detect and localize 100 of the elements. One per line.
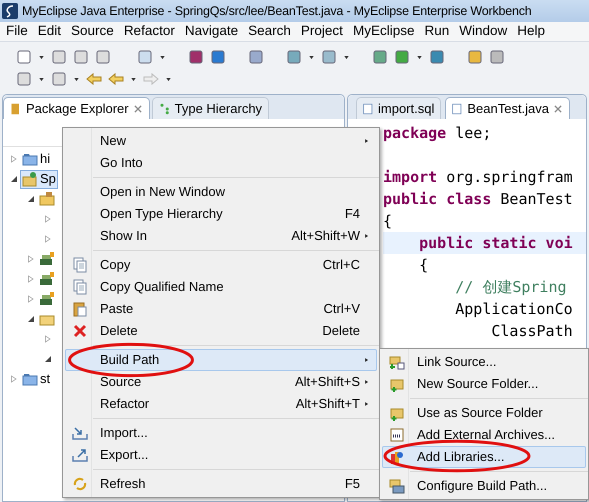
menu-item[interactable]: Copy Ctrl+C (65, 254, 377, 276)
code-line: public class BeanTest (383, 190, 573, 208)
menu-item[interactable]: Refresh F5 (65, 473, 377, 495)
menu-item[interactable]: Export... (65, 444, 377, 466)
expand-arrow-icon (27, 315, 35, 323)
dropdown-arrow-icon (308, 54, 315, 60)
package-folder-icon (39, 191, 55, 207)
documents-icon (72, 257, 88, 273)
submenu-arrow-icon (364, 400, 370, 408)
menu-item[interactable]: Delete Delete (65, 320, 377, 342)
menu-item[interactable]: Configure Build Path... (382, 475, 586, 497)
code-line: ClassPath (490, 322, 573, 340)
archive-icon (389, 427, 405, 443)
back-icon (108, 71, 124, 87)
import-icon (72, 425, 88, 441)
menu-bar-item[interactable]: Search (243, 21, 296, 42)
menu-item[interactable]: Open Type Hierarchy F4 (65, 203, 377, 225)
export-icon (72, 447, 88, 463)
close-icon (132, 104, 143, 114)
expand-arrow-icon (44, 335, 52, 343)
menu-item[interactable]: New Source Folder... (382, 373, 586, 395)
menu-item[interactable]: Link Source... (382, 351, 586, 373)
expand-arrow-icon (27, 255, 35, 263)
code-line: ApplicationCo (454, 300, 573, 318)
expand-arrow-icon (44, 235, 52, 243)
expand-arrow-icon (27, 275, 35, 283)
window-title: MyEclipse Java Enterprise - SpringQs/src/lee/BeanTest.java - MyEclipse Enterprise Workbench (22, 2, 532, 20)
code-line: { (383, 212, 392, 230)
code-line: import org.springfram (383, 168, 573, 186)
code-line: { (418, 256, 428, 274)
expand-arrow-icon (27, 195, 35, 203)
delete-icon (72, 323, 88, 339)
tree-item[interactable] (37, 190, 57, 208)
library-icon (39, 271, 55, 287)
menu-bar-item[interactable]: Project (296, 21, 348, 42)
dropdown-arrow-icon (416, 54, 423, 60)
dropdown-arrow-icon (165, 76, 172, 82)
code-line: // 创建Spring (454, 278, 567, 296)
library-icon (39, 251, 55, 267)
menu-item[interactable]: New (65, 130, 377, 152)
back-edit-icon (86, 71, 102, 87)
dropdown-arrow-icon (38, 54, 45, 60)
books-icon (389, 449, 405, 465)
menu-item[interactable]: Show In Alt+Shift+W (65, 225, 377, 247)
project-icon (22, 171, 38, 187)
menu-item[interactable]: Add External Archives... (382, 424, 586, 446)
expand-arrow-icon (44, 215, 52, 223)
package-icon (10, 102, 22, 116)
menu-bar-item[interactable]: Source (66, 21, 119, 42)
menu-item[interactable]: Source Alt+Shift+S (65, 371, 377, 393)
submenu-arrow-icon (364, 232, 370, 240)
code-line: package lee; (383, 124, 492, 142)
expand-arrow-icon (44, 355, 52, 363)
menu-bar-item[interactable]: File (1, 21, 33, 42)
dropdown-arrow-icon (343, 54, 350, 60)
forward-icon (143, 71, 159, 87)
menu-item[interactable]: Add Libraries... (382, 446, 586, 468)
folder-gear-icon (389, 478, 405, 494)
menu-item[interactable]: Paste Ctrl+V (65, 298, 377, 320)
menu-bar-item[interactable]: Navigate (180, 21, 244, 42)
view-tab[interactable]: Type Hierarchy (152, 97, 270, 119)
menu-item[interactable]: Import... (65, 422, 377, 444)
menu-item[interactable]: Open in New Window (65, 181, 377, 203)
submenu-arrow-icon (364, 137, 370, 145)
menu-bar-item[interactable]: MyEclipse (348, 21, 420, 42)
view-tab[interactable]: BeanTest.java (445, 97, 570, 119)
menu-bar-item[interactable]: Help (512, 21, 550, 42)
app-logo-icon (2, 3, 18, 19)
expand-arrow-icon (10, 375, 18, 383)
refresh-icon (72, 476, 88, 492)
documents-icon (72, 279, 88, 295)
expand-arrow-icon (10, 175, 18, 183)
library-icon (39, 291, 55, 307)
menu-item[interactable]: Refactor Alt+Shift+T (65, 393, 377, 415)
submenu-arrow-icon (364, 356, 370, 364)
close-icon (553, 104, 564, 114)
menu-bar-item[interactable]: Refactor (118, 21, 180, 42)
menu-item[interactable]: Go Into (65, 152, 377, 174)
dropdown-arrow-icon (159, 54, 166, 60)
menu-bar-item[interactable]: Run (419, 21, 454, 42)
submenu-arrow-icon (364, 378, 370, 386)
code-line: public static voi (418, 234, 573, 252)
menu-item[interactable]: Copy Qualified Name (65, 276, 377, 298)
tree-item[interactable]: hi (20, 150, 52, 168)
dropdown-arrow-icon (73, 76, 80, 82)
menu-item[interactable]: Build Path (65, 349, 377, 371)
expand-arrow-icon (27, 295, 35, 303)
tree-item[interactable]: Sp (20, 170, 58, 188)
hierarchy-icon (158, 102, 171, 116)
file-icon (452, 102, 464, 116)
menu-bar-item[interactable]: Window (454, 21, 512, 42)
view-tab[interactable]: Package Explorer (3, 97, 150, 119)
menu-bar-item[interactable]: Edit (32, 21, 66, 42)
tree-item[interactable]: st (20, 370, 52, 388)
view-tab[interactable]: import.sql (356, 97, 442, 119)
file-icon (363, 102, 374, 116)
expand-arrow-icon (10, 155, 18, 163)
folder-link-icon (389, 354, 405, 370)
menu-item[interactable]: Use as Source Folder (382, 402, 586, 424)
dropdown-arrow-icon (130, 76, 137, 82)
